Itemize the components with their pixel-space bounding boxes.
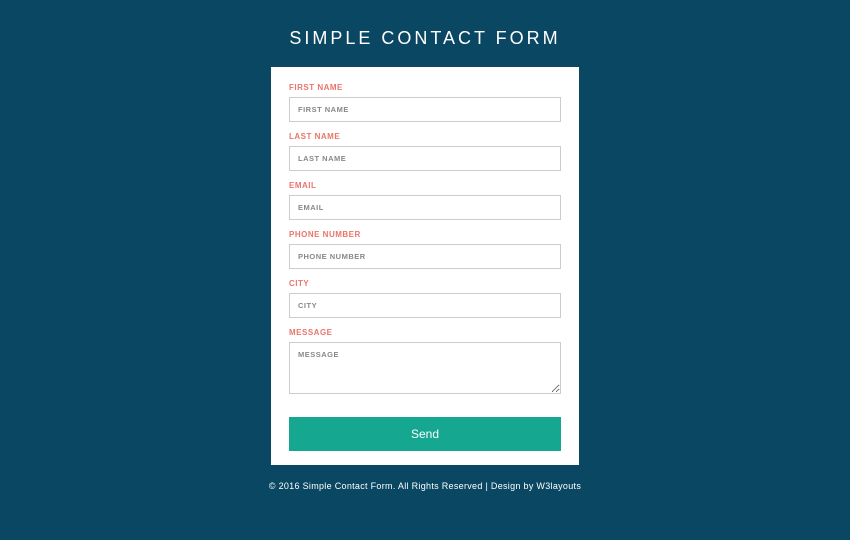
city-input[interactable] xyxy=(289,293,561,318)
page-title: SIMPLE CONTACT FORM xyxy=(289,28,560,49)
contact-form-card: FIRST NAME LAST NAME EMAIL PHONE NUMBER … xyxy=(271,67,579,465)
last-name-label: LAST NAME xyxy=(289,132,561,141)
first-name-group: FIRST NAME xyxy=(289,83,561,122)
last-name-input[interactable] xyxy=(289,146,561,171)
phone-label: PHONE NUMBER xyxy=(289,230,561,239)
message-group: MESSAGE xyxy=(289,328,561,399)
email-group: EMAIL xyxy=(289,181,561,220)
send-button[interactable]: Send xyxy=(289,417,561,451)
city-group: CITY xyxy=(289,279,561,318)
first-name-input[interactable] xyxy=(289,97,561,122)
phone-input[interactable] xyxy=(289,244,561,269)
phone-group: PHONE NUMBER xyxy=(289,230,561,269)
footer-prefix: © 2016 Simple Contact Form. All Rights R… xyxy=(269,481,537,491)
email-input[interactable] xyxy=(289,195,561,220)
footer-text: © 2016 Simple Contact Form. All Rights R… xyxy=(269,481,581,491)
message-label: MESSAGE xyxy=(289,328,561,337)
email-label: EMAIL xyxy=(289,181,561,190)
footer-link[interactable]: W3layouts xyxy=(536,481,581,491)
last-name-group: LAST NAME xyxy=(289,132,561,171)
city-label: CITY xyxy=(289,279,561,288)
first-name-label: FIRST NAME xyxy=(289,83,561,92)
message-textarea[interactable] xyxy=(289,342,561,394)
